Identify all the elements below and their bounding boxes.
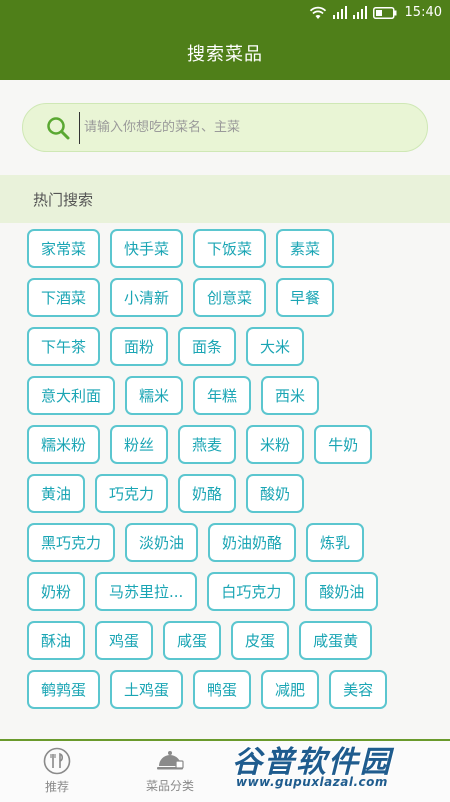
hot-search-tag[interactable]: 西米 (261, 376, 320, 415)
tag-row: 下午茶 面粉 面条 大米 (27, 327, 437, 366)
hot-search-tag[interactable]: 年糕 (193, 376, 252, 415)
hot-search-tag[interactable]: 奶油奶酪 (208, 523, 297, 562)
hot-search-tag[interactable]: 减肥 (261, 670, 320, 709)
hot-search-tag[interactable]: 奶粉 (27, 572, 86, 611)
watermark-url: www.gupuxlazal.com (236, 775, 388, 789)
hot-search-tag[interactable]: 下饭菜 (193, 229, 267, 268)
hot-search-tag[interactable]: 酸奶油 (305, 572, 379, 611)
tag-row: 黑巧克力 淡奶油 奶油奶酪 炼乳 (27, 523, 437, 562)
page-title: 搜索菜品 (187, 43, 263, 65)
hot-search-tag[interactable]: 米粉 (246, 425, 305, 464)
hot-search-tag[interactable]: 燕麦 (178, 425, 237, 464)
hot-search-tag[interactable]: 炼乳 (306, 523, 365, 562)
cloche-icon (157, 750, 184, 769)
hot-search-tag[interactable]: 奶酪 (178, 474, 237, 513)
hot-search-tag[interactable]: 家常菜 (27, 229, 101, 268)
hot-search-tag[interactable]: 鸭蛋 (193, 670, 252, 709)
hot-search-tag[interactable]: 咸蛋 (163, 621, 222, 660)
hot-search-title: 热门搜索 (33, 190, 94, 209)
search-bar[interactable] (22, 103, 428, 152)
hot-search-header: 热门搜索 (0, 175, 450, 223)
hot-search-tag[interactable]: 牛奶 (314, 425, 373, 464)
nav-label-category: 菜品分类 (145, 778, 194, 793)
tag-row: 酥油 鸡蛋 咸蛋 皮蛋 咸蛋黄 (27, 621, 437, 660)
status-icons: 15:40 (309, 4, 442, 21)
nav-item-category[interactable]: 菜品分类 (115, 741, 225, 800)
hot-search-tag[interactable]: 面条 (178, 327, 237, 366)
hot-search-tag[interactable]: 咸蛋黄 (299, 621, 373, 660)
hot-search-tag[interactable]: 黄油 (27, 474, 86, 513)
tag-row: 下酒菜 小清新 创意菜 早餐 (27, 278, 437, 317)
hot-search-tag[interactable]: 土鸡蛋 (110, 670, 184, 709)
hot-search-tag[interactable]: 淡奶油 (125, 523, 199, 562)
hot-search-tag[interactable]: 面粉 (110, 327, 169, 366)
hot-search-tag[interactable]: 酥油 (27, 621, 86, 660)
hot-search-tag[interactable]: 白巧克力 (207, 572, 296, 611)
signal-icon (352, 6, 367, 19)
tag-row: 家常菜 快手菜 下饭菜 素菜 (27, 229, 437, 268)
status-time: 15:40 (404, 5, 442, 20)
hot-search-tag[interactable]: 皮蛋 (231, 621, 290, 660)
hot-search-tags: 家常菜 快手菜 下饭菜 素菜 下酒菜 小清新 创意菜 早餐 下午茶 面粉 面条 大米 意大利面 糯米 年糕西… (27, 229, 437, 739)
hot-search-tag[interactable]: 素菜 (276, 229, 335, 268)
status-bar: 15:40 (0, 0, 450, 25)
hot-search-tag[interactable]: 马苏里拉... (95, 572, 198, 611)
hot-search-tag[interactable]: 小清新 (110, 278, 184, 317)
hot-search-tag[interactable]: 快手菜 (110, 229, 184, 268)
search-icon[interactable] (45, 115, 71, 141)
hot-search-tag[interactable]: 黑巧克力 (27, 523, 116, 562)
tag-row: 意大利面 糯米 年糕 西米 (27, 376, 437, 415)
hot-search-tag[interactable]: 糯米粉 (27, 425, 101, 464)
hot-search-tag[interactable]: 下午茶 (27, 327, 101, 366)
hot-search-tag[interactable]: 酸奶 (246, 474, 305, 513)
signal-icon (332, 6, 347, 19)
hot-search-tag[interactable]: 鹌鹑蛋 (27, 670, 101, 709)
tag-row: 黄油 巧克力 奶酪 酸奶 (27, 474, 437, 513)
tag-row: 糯米粉 粉丝 燕麦 米粉 牛奶 (27, 425, 437, 464)
hot-search-tag[interactable]: 糯米 (125, 376, 184, 415)
battery-icon (372, 6, 397, 19)
hot-search-tag[interactable]: 巧克力 (95, 474, 169, 513)
hot-search-tag[interactable]: 粉丝 (110, 425, 169, 464)
watermark: 谷普软件园 www.gupuxlazal.com (232, 737, 442, 795)
fork-knife-icon (43, 747, 71, 774)
app-bar: 搜索菜品 (0, 25, 450, 80)
hot-search-tag[interactable]: 下酒菜 (27, 278, 101, 317)
hot-search-tag[interactable]: 创意菜 (193, 278, 267, 317)
hot-search-tag[interactable]: 早餐 (276, 278, 335, 317)
tag-row: 奶粉 马苏里拉... 白巧克力 酸奶油 (27, 572, 437, 611)
hot-search-tag[interactable]: 美容 (329, 670, 388, 709)
nav-item-recommend[interactable]: 推荐 (2, 741, 112, 800)
search-input[interactable] (79, 111, 406, 144)
hot-search-tag[interactable]: 大米 (246, 327, 305, 366)
tag-row: 鹌鹑蛋 土鸡蛋 鸭蛋 减肥 美容 (27, 670, 437, 709)
nav-label-recommend: 推荐 (44, 779, 69, 794)
wifi-icon (309, 6, 326, 19)
hot-search-tag[interactable]: 意大利面 (27, 376, 116, 415)
hot-search-tag[interactable]: 鸡蛋 (95, 621, 154, 660)
